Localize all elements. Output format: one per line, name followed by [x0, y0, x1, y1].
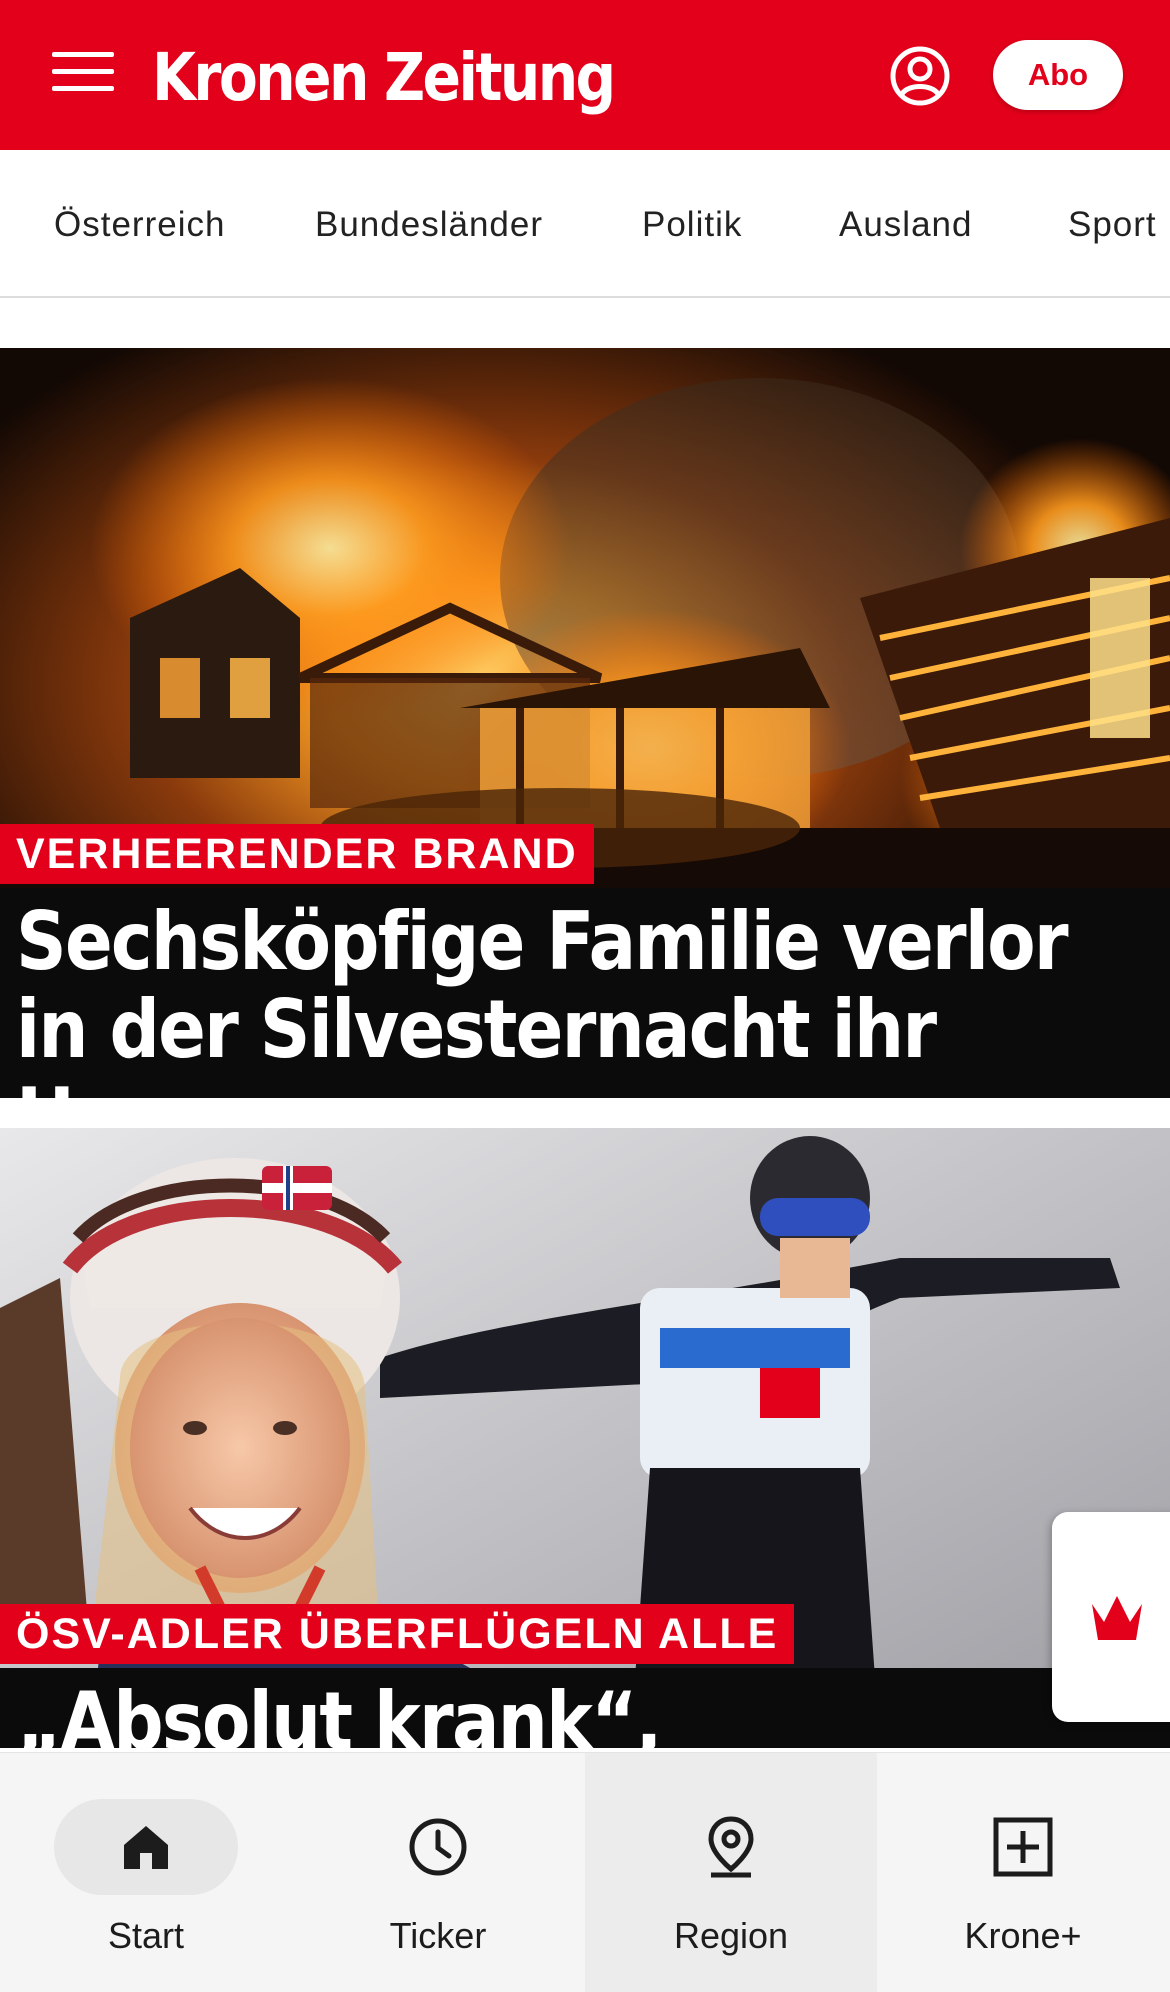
clock-icon	[409, 1818, 467, 1876]
article-headline: Sechsköpfige Familie verlor in der Silve…	[16, 895, 1069, 1099]
nav-region[interactable]: Region	[585, 1753, 877, 1992]
krone-plus-crown-button[interactable]	[1052, 1512, 1170, 1722]
category-tab-bundeslaender[interactable]: Bundesländer	[315, 205, 543, 245]
article-card-skijump[interactable]: ÖSV-ADLER ÜBERFLÜGELN ALLE „Absolut kran…	[0, 1128, 1170, 1748]
category-tab-ausland[interactable]: Ausland	[839, 205, 972, 245]
article-headline: „Absolut krank“, „verdächtig“:	[16, 1675, 662, 1749]
nav-start[interactable]: Start	[0, 1753, 292, 1992]
article-headline-box: „Absolut krank“, „verdächtig“:	[0, 1668, 1170, 1748]
article-kicker: VERHEERENDER BRAND	[0, 824, 594, 884]
hamburger-menu-icon[interactable]	[52, 52, 114, 98]
nav-start-indicator	[54, 1799, 238, 1895]
abo-button[interactable]: Abo	[993, 40, 1123, 110]
account-icon[interactable]	[888, 44, 952, 108]
nav-ticker-label: Ticker	[389, 1915, 487, 1956]
app-screen: Kronen Zeitung Abo Österreich Bundesländ…	[0, 0, 1170, 1992]
nav-krone-plus[interactable]: Krone+	[877, 1753, 1169, 1992]
bottom-navigation: Start Ticker Region Krone+	[0, 1752, 1170, 1992]
top-app-bar: Kronen Zeitung Abo	[0, 0, 1170, 150]
plus-box-icon	[993, 1817, 1053, 1877]
article-headline-box: Sechsköpfige Familie verlor in der Silve…	[0, 888, 1170, 1098]
article-card-fire[interactable]: VERHEERENDER BRAND Sechsköpfige Familie …	[0, 348, 1170, 1098]
nav-krone-plus-label: Krone+	[964, 1915, 1082, 1956]
location-pin-icon	[708, 1816, 754, 1878]
kronen-zeitung-logo[interactable]: Kronen Zeitung	[152, 30, 616, 126]
category-tab-oesterreich[interactable]: Österreich	[54, 205, 225, 245]
nav-ticker[interactable]: Ticker	[292, 1753, 584, 1992]
category-tab-politik[interactable]: Politik	[642, 205, 742, 245]
nav-region-label: Region	[673, 1915, 789, 1956]
category-tab-sport[interactable]: Sport	[1068, 205, 1157, 245]
home-icon	[124, 1826, 168, 1869]
article-kicker: ÖSV-ADLER ÜBERFLÜGELN ALLE	[0, 1604, 795, 1664]
nav-start-label: Start	[107, 1915, 185, 1956]
category-nav: Österreich Bundesländer Politik Ausland …	[0, 150, 1170, 298]
crown-icon	[1092, 1596, 1142, 1640]
